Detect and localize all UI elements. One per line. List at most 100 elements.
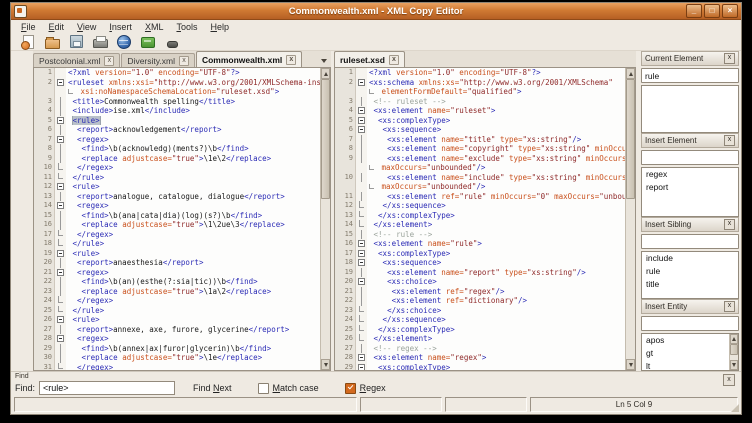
code-text[interactable]: <include>ise.xml</include> xyxy=(66,106,320,116)
code-text[interactable]: <!-- regex --> xyxy=(367,344,625,354)
fold-toggle-icon[interactable] xyxy=(358,278,365,285)
code-text[interactable]: <report>anaesthesia</report> xyxy=(66,258,320,268)
xml-editor-scrollbar[interactable] xyxy=(320,68,330,370)
regex-checkbox[interactable] xyxy=(345,383,356,394)
code-text[interactable]: <xs:element ref="regex"/> xyxy=(367,287,625,297)
scroll-down-icon[interactable] xyxy=(626,359,635,370)
code-text[interactable]: <regex> xyxy=(66,135,320,145)
fold-toggle-icon[interactable] xyxy=(358,259,365,266)
spellcheck-button[interactable] xyxy=(164,34,180,49)
code-text[interactable]: </xs:sequence> xyxy=(367,315,625,325)
tab-list-dropdown-icon[interactable] xyxy=(317,54,331,67)
scroll-track[interactable] xyxy=(730,344,738,360)
close-tab-icon[interactable]: x xyxy=(104,56,114,66)
fold-toggle-icon[interactable] xyxy=(57,269,64,276)
code-text[interactable]: </rule> xyxy=(66,239,320,249)
code-text[interactable]: <xs:element name="ruleset"> xyxy=(367,106,625,116)
close-tab-icon[interactable]: x xyxy=(389,55,399,65)
list-item-lt[interactable]: lt xyxy=(642,360,738,371)
validate-button[interactable] xyxy=(140,34,156,49)
code-text[interactable]: maxOccurs="unbounded"/> xyxy=(367,163,625,173)
title-bar[interactable]: Commonwealth.xml - XML Copy Editor _□× xyxy=(11,3,741,20)
minimize-button[interactable]: _ xyxy=(686,4,702,18)
print-button[interactable] xyxy=(92,34,108,49)
panel-close-icon[interactable]: x xyxy=(724,301,735,312)
code-text[interactable]: </xs:sequence> xyxy=(367,201,625,211)
find-close-icon[interactable]: x xyxy=(723,374,735,386)
code-text[interactable]: <!-- ruleset --> xyxy=(367,97,625,107)
fold-toggle-icon[interactable] xyxy=(358,79,365,86)
menu-edit[interactable]: Edit xyxy=(49,22,65,32)
code-text[interactable]: elementFormDefault="qualified"> xyxy=(367,87,625,97)
insert-element-list[interactable]: regexreport xyxy=(641,167,739,217)
current-element-input[interactable] xyxy=(641,68,739,83)
code-text[interactable]: <rule> xyxy=(66,182,320,192)
xsd-editor[interactable]: 1<?xml version="1.0" encoding="UTF-8"?>2… xyxy=(334,67,636,371)
fold-toggle-icon[interactable] xyxy=(358,126,365,133)
fold-toggle-icon[interactable] xyxy=(57,79,64,86)
list-item-report[interactable]: report xyxy=(642,181,738,194)
code-text[interactable]: <xs:element name="regex"> xyxy=(367,353,625,363)
tab-Postcolonial.xml[interactable]: Postcolonial.xmlx xyxy=(33,53,120,67)
tab-Diversity.xml[interactable]: Diversity.xmlx xyxy=(121,53,195,67)
code-text[interactable]: maxOccurs="unbounded"/> xyxy=(367,182,625,192)
new-file-button[interactable] xyxy=(20,34,36,49)
browse-button[interactable] xyxy=(116,34,132,49)
list-item-title[interactable]: title xyxy=(642,278,738,291)
panel-close-icon[interactable]: x xyxy=(724,53,735,64)
code-text[interactable]: <xs:element name="include" type="xs:stri… xyxy=(367,173,625,183)
maximize-button[interactable]: □ xyxy=(704,4,720,18)
fold-toggle-icon[interactable] xyxy=(57,250,64,257)
fold-toggle-icon[interactable] xyxy=(358,250,365,257)
code-text[interactable]: <title>Commonwealth spelling</title> xyxy=(66,97,320,107)
close-button[interactable]: × xyxy=(722,4,738,18)
scroll-thumb[interactable] xyxy=(626,79,635,199)
list-item-gt[interactable]: gt xyxy=(642,347,738,360)
code-text[interactable]: <xs:element ref="dictionary"/> xyxy=(367,296,625,306)
fold-toggle-icon[interactable] xyxy=(57,335,64,342)
code-text[interactable]: <xs:element name="report" type="xs:strin… xyxy=(367,268,625,278)
scroll-up-icon[interactable] xyxy=(730,334,738,344)
fold-toggle-icon[interactable] xyxy=(358,364,365,370)
menu-view[interactable]: View xyxy=(77,22,96,32)
fold-toggle-icon[interactable] xyxy=(358,240,365,247)
code-text[interactable]: <replace adjustcase="true">\1e\2</replac… xyxy=(66,154,320,164)
code-text[interactable]: <report>acknowledgement</report> xyxy=(66,125,320,135)
code-text[interactable]: <replace adjustcase="true">\1\2ue\3</rep… xyxy=(66,220,320,230)
code-text[interactable]: </regex> xyxy=(66,296,320,306)
panel-close-icon[interactable]: x xyxy=(724,135,735,146)
scroll-down-icon[interactable] xyxy=(321,359,330,370)
menu-tools[interactable]: Tools xyxy=(176,22,197,32)
code-text[interactable]: </xs:complexType> xyxy=(367,325,625,335)
xsd-editor-scrollbar[interactable] xyxy=(625,68,635,370)
code-text[interactable]: <xs:element name="title" type="xs:string… xyxy=(367,135,625,145)
code-text[interactable]: </rule> xyxy=(66,173,320,183)
code-text[interactable]: <ruleset xmlns:xsi="http://www.w3.org/20… xyxy=(66,78,320,88)
code-text[interactable]: <find>\b(ana|cata|dia)(log)(s?)\b</find> xyxy=(66,211,320,221)
fold-toggle-icon[interactable] xyxy=(358,354,365,361)
tab-ruleset.xsd[interactable]: ruleset.xsdx xyxy=(334,51,405,67)
code-text[interactable]: <report>annexe, axe, furore, glycerine</… xyxy=(66,325,320,335)
code-text[interactable]: <regex> xyxy=(66,334,320,344)
code-text[interactable]: <rule> xyxy=(66,249,320,259)
code-text[interactable]: <xs:complexType> xyxy=(367,249,625,259)
code-text[interactable]: </xs:element> xyxy=(367,220,625,230)
code-text[interactable]: <xs:complexType> xyxy=(367,116,625,126)
list-scrollbar[interactable] xyxy=(729,334,738,370)
code-text[interactable]: </xs:choice> xyxy=(367,306,625,316)
code-text[interactable]: <xs:schema xmlns:xs="http://www.w3.org/2… xyxy=(367,78,625,88)
code-text[interactable]: <xs:sequence> xyxy=(367,258,625,268)
fold-toggle-icon[interactable] xyxy=(57,183,64,190)
scroll-up-icon[interactable] xyxy=(626,68,635,79)
code-text[interactable]: </rule> xyxy=(66,306,320,316)
code-text[interactable]: <xs:element name="copyright" type="xs:st… xyxy=(367,144,625,154)
close-tab-icon[interactable]: x xyxy=(179,56,189,66)
code-text[interactable]: <xs:choice> xyxy=(367,277,625,287)
code-text[interactable]: <xs:complexType> xyxy=(367,363,625,371)
list-item-include[interactable]: include xyxy=(642,252,738,265)
scroll-track[interactable] xyxy=(626,79,635,359)
code-text[interactable]: <?xml version="1.0" encoding="UTF-8"?> xyxy=(367,68,625,78)
fold-toggle-icon[interactable] xyxy=(57,316,64,323)
insert-entity-input[interactable] xyxy=(641,316,739,331)
code-text[interactable]: <report>analogue, catalogue, dialogue</r… xyxy=(66,192,320,202)
